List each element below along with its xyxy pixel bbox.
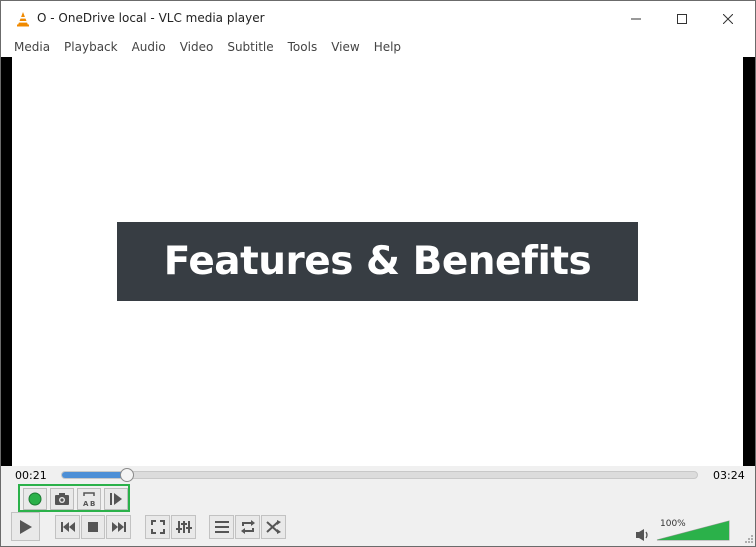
window-title: O - OneDrive local - VLC media player [37,11,265,25]
shuffle-button[interactable] [261,515,286,539]
menu-tools[interactable]: Tools [281,40,325,54]
minimize-button[interactable] [613,1,659,37]
svg-text:A: A [83,500,89,507]
record-icon [28,492,42,506]
menu-media[interactable]: Media [7,40,57,54]
menu-audio[interactable]: Audio [125,40,173,54]
close-icon [723,14,733,24]
stop-button[interactable] [81,515,105,539]
svg-text:B: B [90,500,95,507]
stop-icon [88,522,98,532]
menu-video[interactable]: Video [173,40,221,54]
next-button[interactable] [106,515,131,539]
loop-icon [240,520,255,534]
menu-help[interactable]: Help [367,40,408,54]
menu-view[interactable]: View [324,40,366,54]
video-banner-text: Features & Benefits [163,239,592,284]
maximize-icon [677,14,687,24]
seek-progress [62,472,128,478]
menu-playback[interactable]: Playback [57,40,125,54]
menu-subtitle[interactable]: Subtitle [220,40,280,54]
snapshot-button[interactable] [50,488,74,510]
frame-by-frame-icon [110,493,122,505]
video-banner: Features & Benefits [117,222,638,301]
loop-button[interactable] [235,515,260,539]
resize-grip-icon[interactable] [744,534,754,544]
video-frame: Features & Benefits [12,57,743,466]
seek-bar[interactable] [61,468,698,482]
play-icon [19,519,32,534]
playlist-button[interactable] [209,515,234,539]
total-time[interactable]: 03:24 [713,469,745,482]
vlc-cone-icon [17,12,29,27]
volume-level-label: 100% [660,519,686,529]
extended-settings-icon [175,521,192,533]
speaker-icon[interactable] [635,528,651,542]
seek-row: 00:21 03:24 [1,466,755,484]
seek-handle[interactable] [120,468,135,482]
advanced-controls: AB [18,484,130,512]
extended-settings-button[interactable] [171,515,196,539]
title-bar: O - OneDrive local - VLC media player [1,1,755,37]
vlc-window: O - OneDrive local - VLC media player Me… [0,0,756,547]
record-button[interactable] [23,488,47,510]
ab-loop-icon: AB [83,492,95,507]
menu-bar: Media Playback Audio Video Subtitle Tool… [1,37,755,57]
next-icon [111,522,126,532]
ab-loop-button[interactable]: AB [77,488,101,510]
shuffle-icon [265,520,281,534]
snapshot-icon [55,493,69,505]
close-button[interactable] [705,1,751,37]
frame-by-frame-button[interactable] [104,488,128,510]
play-button[interactable] [11,512,40,541]
video-area[interactable]: Features & Benefits [1,57,755,466]
elapsed-time[interactable]: 00:21 [15,469,47,482]
fullscreen-button[interactable] [145,515,170,539]
previous-icon [60,522,75,532]
minimize-icon [631,18,641,20]
playlist-icon [214,521,229,533]
previous-button[interactable] [55,515,80,539]
fullscreen-icon [150,520,165,534]
maximize-button[interactable] [659,1,705,37]
